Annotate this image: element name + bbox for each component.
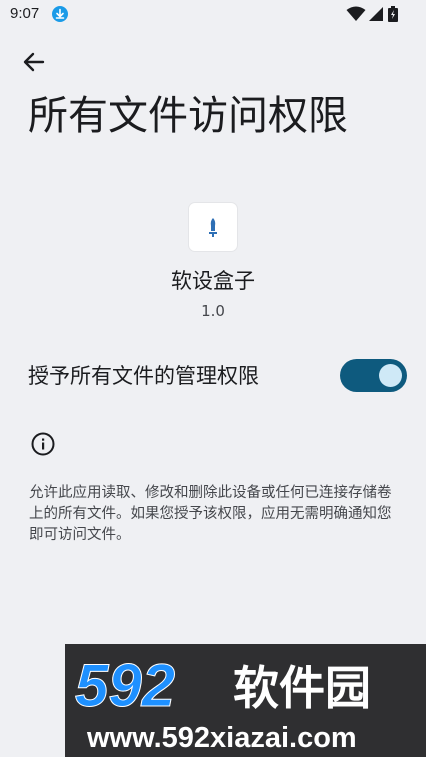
watermark-number: 592 [75, 652, 175, 719]
watermark-logo: 592 软件园 www.592xiazai.com [75, 652, 372, 755]
status-bar: 9:07 [0, 0, 426, 28]
battery-icon [388, 6, 398, 22]
download-icon [52, 6, 68, 22]
cellular-icon [369, 7, 383, 21]
permission-toggle[interactable] [340, 359, 407, 392]
toggle-thumb [379, 364, 402, 387]
status-time: 9:07 [10, 5, 40, 22]
app-icon [189, 203, 237, 251]
arrow-left-icon [23, 52, 45, 72]
page-title: 所有文件访问权限 [28, 93, 348, 139]
wifi-icon [346, 6, 366, 21]
watermark-url: www.592xiazai.com [86, 722, 357, 754]
back-button[interactable] [18, 46, 50, 78]
app-logo-icon [209, 218, 217, 237]
permission-label: 授予所有文件的管理权限 [28, 364, 259, 388]
permission-row[interactable]: 授予所有文件的管理权限 [0, 350, 426, 402]
info-icon [31, 432, 55, 456]
permission-description: 允许此应用读取、修改和删除此设备或任何已连接存储卷上的所有文件。如果您授予该权限… [29, 485, 392, 543]
watermark: 592 软件园 www.592xiazai.com [65, 644, 426, 757]
app-version: 1.0 [201, 302, 225, 320]
watermark-brand: 软件园 [233, 661, 371, 715]
app-name: 软设盒子 [171, 269, 255, 293]
